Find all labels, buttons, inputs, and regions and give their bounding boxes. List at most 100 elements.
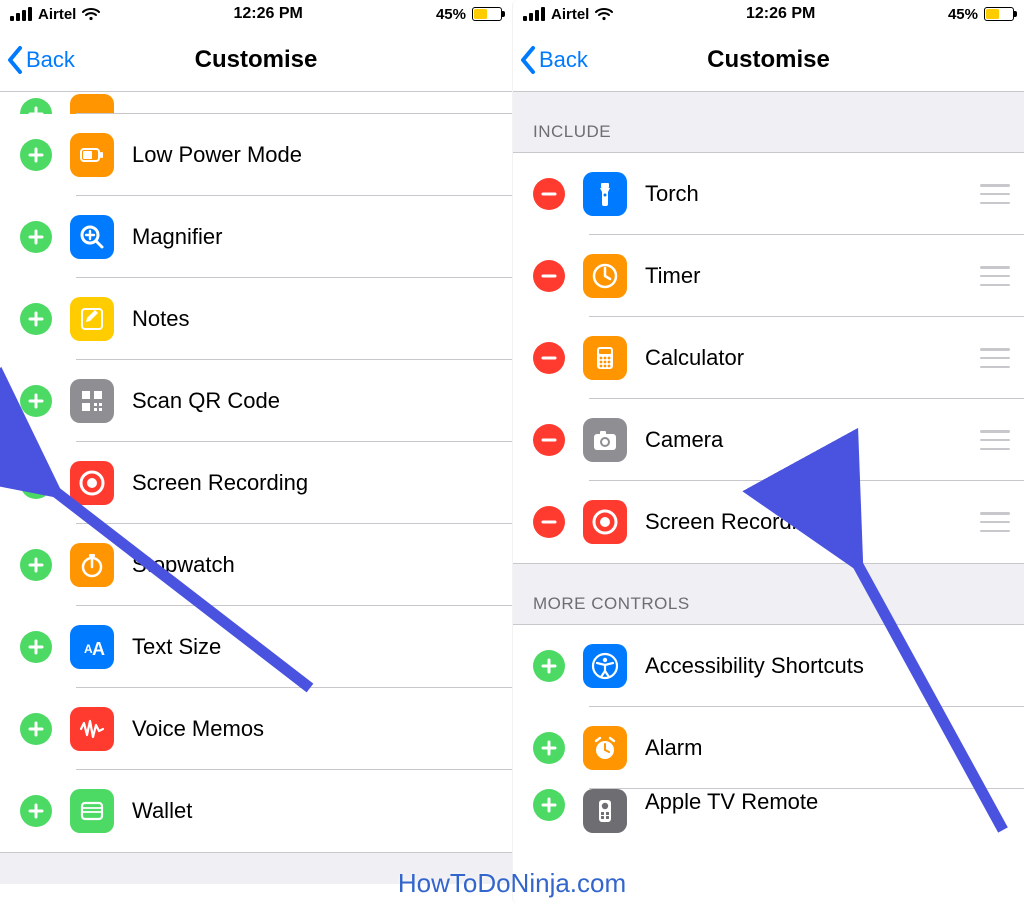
remove-button[interactable] [533,178,565,210]
clock-label: 12:26 PM [233,5,302,23]
add-button[interactable] [20,303,52,335]
page-title: Customise [513,46,1024,74]
calculator-icon [583,336,627,380]
textsize-icon [70,625,114,669]
add-button[interactable] [20,631,52,663]
back-label: Back [26,47,75,73]
list-item[interactable]: Screen Recording [513,481,1024,563]
row-label: Timer [645,263,972,289]
signal-icon [523,7,545,21]
wallet-icon [70,789,114,833]
row-label: Camera [645,427,972,453]
row-label: Stopwatch [132,552,498,578]
battery-pct-label: 45% [436,6,466,23]
left-phone: Airtel 12:26 PM 45% Back Customise Low P… [0,0,512,903]
battery-pct-label: 45% [948,6,978,23]
remove-button[interactable] [533,260,565,292]
row-label: Low Power Mode [132,142,498,168]
list-item[interactable]: Accessibility Shortcuts [513,625,1024,707]
battery-fill [474,9,487,19]
carrier-label: Airtel [38,6,76,23]
more-controls-list: Accessibility Shortcuts Alarm Apple TV Rem… [513,625,1024,833]
clock-label: 12:26 PM [746,5,815,23]
wifi-icon [595,7,613,21]
add-button[interactable] [20,795,52,827]
list-item[interactable]: Timer [513,235,1024,317]
list-item[interactable]: Stopwatch [0,524,512,606]
status-bar: Airtel 12:26 PM 45% [0,0,512,28]
carrier-label: Airtel [551,6,589,23]
add-button[interactable] [533,789,565,821]
row-label: Alarm [645,735,1010,761]
battery-fill [986,9,999,19]
drag-handle-icon[interactable] [980,184,1010,204]
remove-button[interactable] [533,342,565,374]
qr-icon [70,379,114,423]
right-phone: Airtel 12:26 PM 45% Back Customise INCLU… [512,0,1024,903]
section-footer-gap [0,852,512,884]
record-icon [70,461,114,505]
list-item[interactable]: Torch [513,153,1024,235]
chevron-left-icon [6,45,24,75]
torch-icon [583,172,627,216]
row-label: Torch [645,181,972,207]
list-item[interactable]: Voice Memos [0,688,512,770]
magnifier-icon [70,215,114,259]
nav-header: Back Customise [513,28,1024,92]
nav-header: Back Customise [0,28,512,92]
row-label: Text Size [132,634,498,660]
chevron-left-icon [519,45,537,75]
add-button[interactable] [20,139,52,171]
drag-handle-icon[interactable] [980,348,1010,368]
list-item[interactable]: Notes [0,278,512,360]
row-label: Notes [132,306,498,332]
list-item[interactable]: Magnifier [0,196,512,278]
back-button[interactable]: Back [513,45,588,75]
more-controls-list: Low Power Mode Magnifier Notes Scan QR Code… [0,114,512,852]
drag-handle-icon[interactable] [980,266,1010,286]
appletv-icon [583,789,627,833]
add-button[interactable] [20,713,52,745]
add-button[interactable] [20,221,52,253]
list-item[interactable]: Alarm [513,707,1024,789]
row-label: Voice Memos [132,716,498,742]
battery-icon [472,7,502,21]
section-header-include: INCLUDE [513,92,1024,153]
row-label: Scan QR Code [132,388,498,414]
list-item[interactable] [0,92,512,114]
drag-handle-icon[interactable] [980,430,1010,450]
add-button[interactable] [533,732,565,764]
battery-icon [984,7,1014,21]
status-bar: Airtel 12:26 PM 45% [513,0,1024,28]
drag-handle-icon[interactable] [980,512,1010,532]
list-item[interactable]: Apple TV Remote [513,789,1024,833]
stopwatch-icon [70,543,114,587]
wifi-icon [82,7,100,21]
accessibility-icon [583,644,627,688]
add-button[interactable] [20,467,52,499]
notes-icon [70,297,114,341]
list-item[interactable]: Low Power Mode [0,114,512,196]
include-list: Torch Timer Calculator Camera Screen Recordi… [513,153,1024,563]
list-item[interactable]: Scan QR Code [0,360,512,442]
remove-button[interactable] [533,506,565,538]
list-item[interactable]: Calculator [513,317,1024,399]
row-label: Accessibility Shortcuts [645,653,1010,679]
list-item[interactable]: Wallet [0,770,512,852]
add-button[interactable] [20,549,52,581]
list-item[interactable]: Text Size [0,606,512,688]
remove-button[interactable] [533,424,565,456]
lowpower-icon [70,133,114,177]
camera-icon [583,418,627,462]
record-icon [583,500,627,544]
voicememos-icon [70,707,114,751]
add-button[interactable] [20,385,52,417]
add-button[interactable] [533,650,565,682]
list-item[interactable]: Screen Recording [0,442,512,524]
alarm-icon [583,726,627,770]
signal-icon [10,7,32,21]
row-label: Screen Recording [132,470,498,496]
back-button[interactable]: Back [0,45,75,75]
row-label: Screen Recording [645,509,972,535]
list-item[interactable]: Camera [513,399,1024,481]
